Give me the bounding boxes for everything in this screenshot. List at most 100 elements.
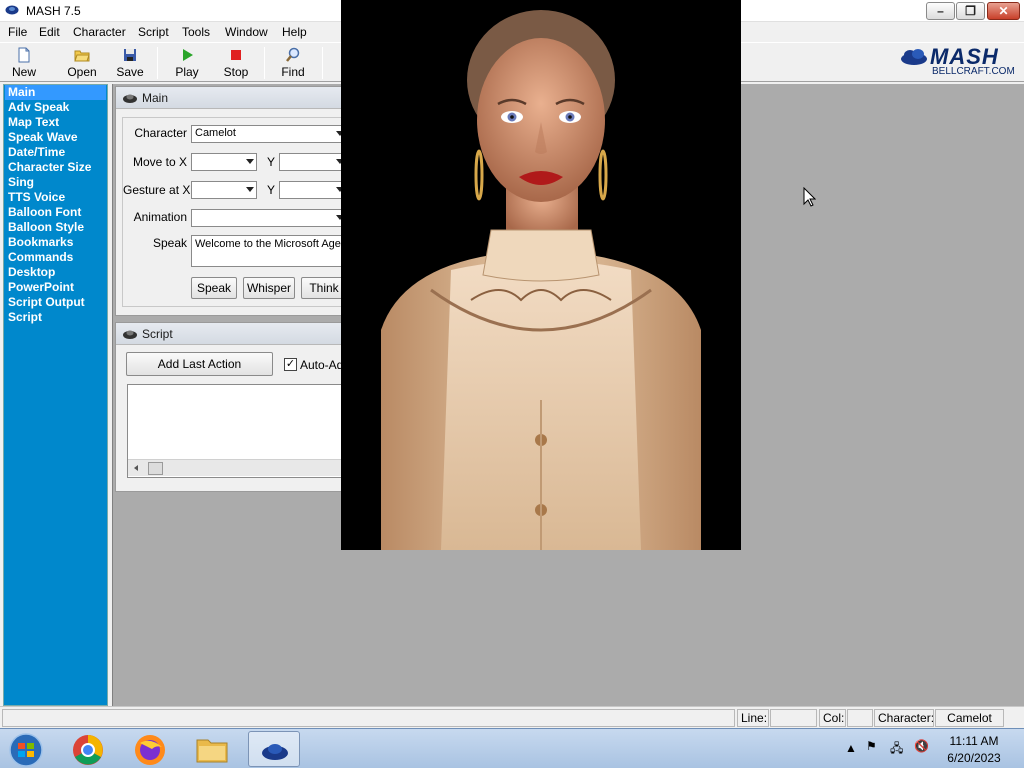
play-label: Play [175, 65, 199, 79]
sidebar-item-speak-wave[interactable]: Speak Wave [8, 130, 78, 145]
open-button[interactable]: Open [62, 45, 102, 81]
sidebar-item-adv-speak[interactable]: Adv Speak [8, 100, 69, 115]
sidebar-item-script[interactable]: Script [8, 310, 42, 325]
save-button[interactable]: Save [112, 45, 148, 81]
clock-date[interactable]: 6/20/2023 [943, 751, 1005, 765]
sidebar-item-balloon-style[interactable]: Balloon Style [8, 220, 84, 235]
move-to-y-label: Y [266, 155, 275, 169]
menu-help[interactable]: Help [282, 25, 307, 39]
new-button[interactable]: New [6, 45, 42, 81]
save-label: Save [116, 65, 144, 79]
stop-button[interactable]: Stop [218, 45, 254, 81]
menu-window[interactable]: Window [225, 25, 268, 39]
taskbar-firefox[interactable] [124, 731, 176, 767]
sidebar-item-commands[interactable]: Commands [8, 250, 73, 265]
move-to-y-select[interactable] [279, 153, 347, 171]
animation-select[interactable] [191, 209, 347, 227]
toolbar-separator [264, 47, 265, 79]
mash-panel-icon [123, 94, 137, 103]
minimize-button[interactable]: – [926, 2, 955, 20]
taskbar-mash[interactable] [248, 731, 300, 767]
scroll-thumb[interactable] [148, 462, 163, 475]
agent-character-camelot[interactable] [341, 0, 741, 550]
status-col-value [847, 709, 873, 727]
volume-muted-icon[interactable]: 🔇 [914, 739, 929, 753]
taskbar-chrome[interactable] [62, 731, 114, 767]
menu-character[interactable]: Character [73, 25, 126, 39]
window-title: MASH 7.5 [26, 4, 81, 18]
sidebar-item-powerpoint[interactable]: PowerPoint [8, 280, 74, 295]
taskbar-file-explorer[interactable] [186, 731, 238, 767]
cloud-logo-icon [901, 49, 927, 65]
toolbar-separator [157, 47, 158, 79]
status-character-value: Camelot [935, 709, 1004, 727]
scroll-left-icon[interactable] [134, 465, 138, 471]
sidebar-item-character-size[interactable]: Character Size [8, 160, 91, 175]
chrome-icon [73, 735, 103, 765]
menu-edit[interactable]: Edit [39, 25, 60, 39]
gesture-at-y-label: Y [266, 183, 275, 197]
action-center-flag-icon[interactable]: ⚑ [866, 739, 877, 753]
find-magnifier-icon [286, 47, 300, 62]
speak-label: Speak [152, 236, 187, 250]
sidebar-item-balloon-font[interactable]: Balloon Font [8, 205, 81, 220]
close-button[interactable]: ✕ [987, 2, 1020, 20]
script-panel-titlebar[interactable]: Script [116, 323, 354, 345]
taskbar: ▲ ⚑ 🖧 🔇 [0, 728, 1024, 768]
firefox-icon [135, 735, 165, 765]
script-horizontal-scrollbar[interactable] [128, 459, 352, 476]
character-label: Character [134, 126, 187, 140]
show-hidden-icons-icon[interactable]: ▲ [845, 741, 857, 755]
play-icon [183, 49, 193, 61]
menu-script[interactable]: Script [138, 25, 169, 39]
open-label: Open [67, 65, 97, 79]
character-select[interactable]: Camelot [191, 125, 347, 143]
sidebar: Main Adv Speak Map Text Speak Wave Date/… [3, 84, 108, 706]
add-last-action-button[interactable]: Add Last Action [126, 352, 273, 376]
save-disk-icon [124, 49, 136, 61]
sidebar-item-main[interactable]: Main [5, 85, 106, 100]
menu-tools[interactable]: Tools [182, 25, 210, 39]
network-icon[interactable]: 🖧 [890, 739, 903, 760]
toolbar-separator [322, 47, 323, 79]
gesture-at-x-select[interactable] [191, 181, 257, 199]
sidebar-item-bookmarks[interactable]: Bookmarks [8, 235, 73, 250]
folder-icon [196, 739, 228, 763]
stop-icon [231, 50, 241, 60]
status-bar: Line: Col: Character: Camelot [0, 706, 1024, 728]
play-button[interactable]: Play [170, 45, 204, 81]
mash-logo: MASH BELLCRAFT.COM [900, 44, 1022, 80]
menu-file[interactable]: File [8, 25, 27, 39]
main-panel-titlebar[interactable]: Main [116, 87, 354, 109]
minimize-icon: – [937, 4, 944, 18]
script-panel-title: Script [142, 327, 173, 341]
main-panel: Main Character Camelot Move to X Y Gestu… [115, 86, 355, 316]
restore-button[interactable]: ❐ [956, 2, 985, 20]
gesture-at-y-select[interactable] [279, 181, 347, 199]
status-character-label: Character: [874, 709, 934, 727]
sidebar-item-desktop[interactable]: Desktop [8, 265, 55, 280]
stop-label: Stop [223, 65, 249, 79]
sidebar-item-map-text[interactable]: Map Text [8, 115, 59, 130]
move-to-x-select[interactable] [191, 153, 257, 171]
find-button[interactable]: Find [276, 45, 310, 81]
agent-character-figure [341, 0, 741, 550]
start-button[interactable] [0, 731, 52, 767]
mash-app-icon [5, 5, 19, 15]
sidebar-item-date-time[interactable]: Date/Time [8, 145, 65, 160]
new-label: New [11, 65, 36, 79]
sidebar-item-tts-voice[interactable]: TTS Voice [8, 190, 65, 205]
mash-taskbar-icon [262, 744, 288, 760]
speak-textbox[interactable]: Welcome to the Microsoft Agen [191, 235, 347, 267]
sidebar-item-sing[interactable]: Sing [8, 175, 34, 190]
chevron-down-icon [246, 159, 254, 164]
whisper-button[interactable]: Whisper [243, 277, 295, 299]
status-panel-main [2, 709, 735, 727]
speak-button[interactable]: Speak [191, 277, 237, 299]
animation-label: Animation [133, 210, 187, 224]
clock-time[interactable]: 11:11 AM [943, 734, 1005, 748]
sidebar-item-script-output[interactable]: Script Output [8, 295, 85, 310]
main-panel-title: Main [142, 91, 169, 105]
auto-add-checkbox[interactable]: ✓ [284, 358, 297, 371]
status-line-value [770, 709, 817, 727]
